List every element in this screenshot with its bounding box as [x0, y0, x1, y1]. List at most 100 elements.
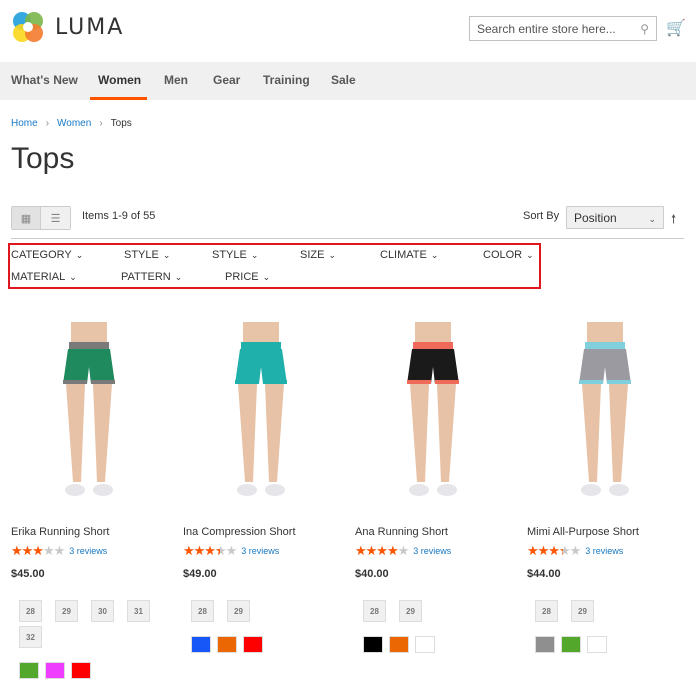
filter-climate[interactable]: CLIMATE ⌄ [380, 249, 438, 261]
product-card: Ina Compression Short ★★★★★★★★★★ 3 revie… [183, 322, 343, 653]
toolbar-divider [11, 238, 684, 239]
color-swatch[interactable] [191, 636, 211, 653]
search-placeholder: Search entire store here... [477, 22, 616, 36]
product-rating: ★★★★★★★★★★ 3 reviews [527, 544, 687, 557]
list-view-icon[interactable]: ☰ [41, 207, 70, 229]
main-nav: What's New Women Men Gear Training Sale [0, 62, 696, 100]
star-rating-icon: ★★★★★★★★★★ [527, 543, 581, 558]
size-option[interactable]: 29 [227, 600, 250, 622]
breadcrumb-current: Tops [110, 118, 132, 129]
breadcrumb-separator-icon: › [45, 118, 50, 129]
size-options: 28 29 [363, 600, 508, 622]
view-mode-switcher: ▦ ☰ [11, 206, 71, 230]
product-name[interactable]: Ana Running Short [355, 526, 515, 538]
product-image[interactable] [355, 322, 510, 512]
color-swatch[interactable] [389, 636, 409, 653]
star-rating-icon: ★★★★★★★★★★ [11, 543, 65, 558]
color-swatch[interactable] [71, 662, 91, 679]
filter-category[interactable]: CATEGORY ⌄ [11, 249, 83, 261]
size-option[interactable]: 28 [363, 600, 386, 622]
color-options [363, 636, 515, 653]
color-swatch[interactable] [217, 636, 237, 653]
size-option[interactable]: 32 [19, 626, 42, 648]
sort-direction-arrow-icon[interactable]: 🠕 [671, 210, 676, 231]
size-option[interactable]: 29 [55, 600, 78, 622]
star-rating-icon: ★★★★★★★★★★ [355, 543, 409, 558]
color-swatch[interactable] [45, 662, 65, 679]
logo-text: LUMA [55, 14, 125, 40]
product-price: $44.00 [527, 568, 561, 580]
filter-style-2[interactable]: STYLE ⌄ [212, 249, 258, 261]
search-input[interactable]: Search entire store here... ⚲ [469, 16, 657, 41]
filter-material[interactable]: MATERIAL ⌄ [11, 271, 77, 283]
filter-pattern[interactable]: PATTERN ⌄ [121, 271, 182, 283]
reviews-link[interactable]: 3 reviews [69, 546, 107, 556]
items-count: Items 1-9 of 55 [82, 210, 156, 222]
grid-view-icon[interactable]: ▦ [12, 207, 41, 229]
filter-color[interactable]: COLOR ⌄ [483, 249, 534, 261]
nav-men[interactable]: Men [164, 73, 188, 87]
size-options: 28 29 [191, 600, 336, 622]
product-rating: ★★★★★★★★★★ 3 reviews [11, 544, 171, 557]
product-image[interactable] [11, 322, 166, 512]
nav-training[interactable]: Training [263, 73, 310, 87]
product-card: Erika Running Short ★★★★★★★★★★ 3 reviews… [11, 322, 171, 679]
filter-price[interactable]: PRICE ⌄ [225, 271, 270, 283]
size-options: 28 29 30 31 32 [19, 600, 164, 648]
color-swatch[interactable] [19, 662, 39, 679]
filter-style[interactable]: STYLE ⌄ [124, 249, 170, 261]
product-card: Mimi All-Purpose Short ★★★★★★★★★★ 3 revi… [527, 322, 687, 653]
product-rating: ★★★★★★★★★★ 3 reviews [183, 544, 343, 557]
product-card: Ana Running Short ★★★★★★★★★★ 3 reviews $… [355, 322, 515, 653]
filter-bar: CATEGORY ⌄ STYLE ⌄ STYLE ⌄ SIZE ⌄ CLIMATE ⌄ C… [8, 243, 541, 289]
size-option[interactable]: 30 [91, 600, 114, 622]
nav-whats-new[interactable]: What's New [11, 73, 78, 87]
color-swatch[interactable] [561, 636, 581, 653]
reviews-link[interactable]: 3 reviews [413, 546, 451, 556]
color-swatch[interactable] [243, 636, 263, 653]
breadcrumb-home[interactable]: Home [11, 118, 38, 129]
breadcrumb-women[interactable]: Women [57, 118, 91, 129]
product-price: $40.00 [355, 568, 389, 580]
color-swatch[interactable] [363, 636, 383, 653]
filter-size[interactable]: SIZE ⌄ [300, 249, 336, 261]
breadcrumb-separator-icon: › [99, 118, 103, 129]
product-image[interactable] [183, 322, 338, 512]
color-swatch[interactable] [587, 636, 607, 653]
active-nav-underline [90, 97, 147, 100]
size-option[interactable]: 28 [535, 600, 558, 622]
product-image[interactable] [527, 322, 682, 512]
sort-select[interactable]: Position ⌄ [566, 206, 664, 229]
product-price: $49.00 [183, 568, 217, 580]
size-option[interactable]: 28 [19, 600, 42, 622]
product-name[interactable]: Erika Running Short [11, 526, 171, 538]
color-swatch[interactable] [535, 636, 555, 653]
nav-gear[interactable]: Gear [213, 73, 240, 87]
search-icon[interactable]: ⚲ [640, 22, 649, 36]
nav-women[interactable]: Women [98, 73, 141, 87]
cart-icon[interactable]: 🛒 [666, 18, 686, 38]
reviews-link[interactable]: 3 reviews [585, 546, 623, 556]
sort-label: Sort By [523, 210, 560, 222]
page-title: Tops [11, 142, 75, 175]
product-name[interactable]: Ina Compression Short [183, 526, 343, 538]
sort-value: Position [574, 211, 617, 225]
product-name[interactable]: Mimi All-Purpose Short [527, 526, 687, 538]
color-options [191, 636, 343, 653]
size-option[interactable]: 29 [571, 600, 594, 622]
product-price: $45.00 [11, 568, 45, 580]
size-options: 28 29 [535, 600, 680, 622]
product-rating: ★★★★★★★★★★ 3 reviews [355, 544, 515, 557]
color-options [535, 636, 687, 653]
reviews-link[interactable]: 3 reviews [241, 546, 279, 556]
color-swatch[interactable] [415, 636, 435, 653]
breadcrumb: Home › Women › Tops [11, 118, 132, 129]
nav-sale[interactable]: Sale [331, 73, 356, 87]
size-option[interactable]: 28 [191, 600, 214, 622]
size-option[interactable]: 31 [127, 600, 150, 622]
chevron-down-icon: ⌄ [648, 214, 656, 224]
size-option[interactable]: 29 [399, 600, 422, 622]
star-rating-icon: ★★★★★★★★★★ [183, 543, 237, 558]
logo[interactable]: LUMA [11, 10, 124, 44]
color-options [19, 662, 171, 679]
